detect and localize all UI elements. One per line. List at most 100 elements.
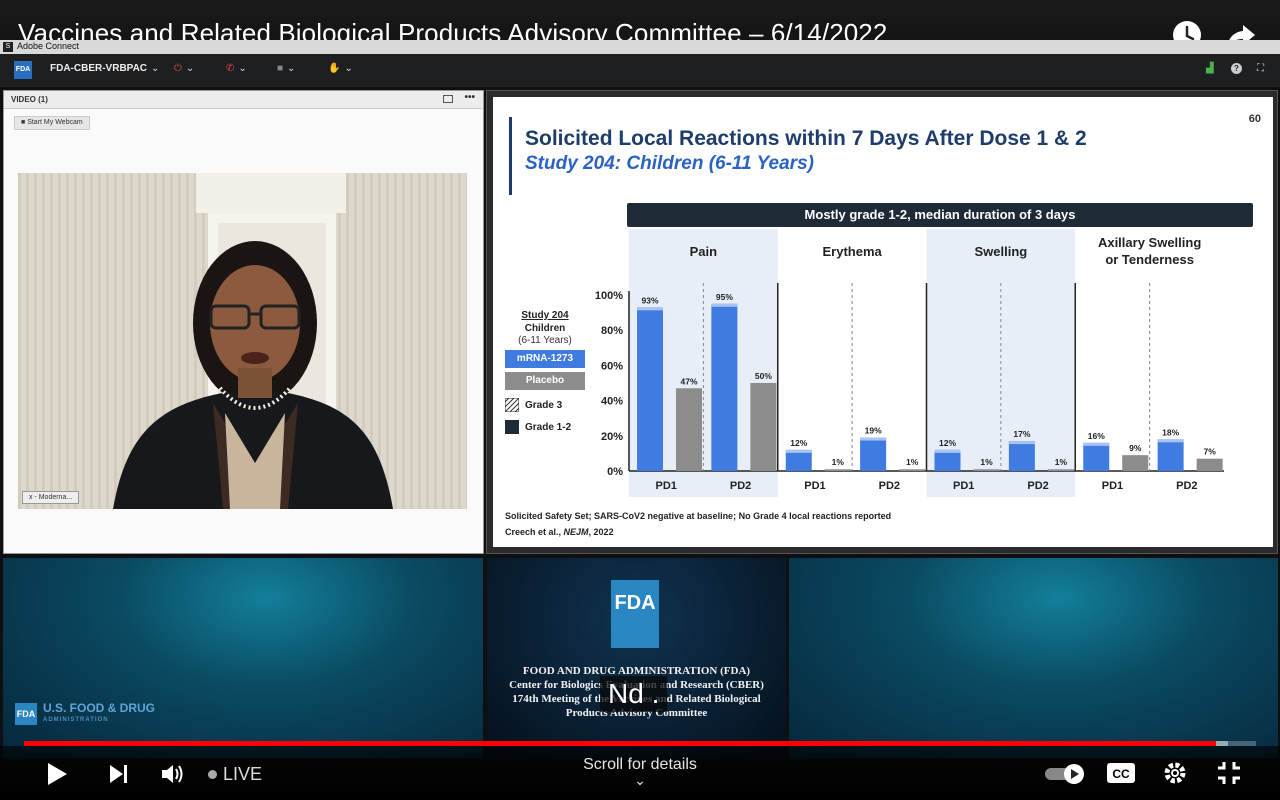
meeting-name: FDA-CBER-VRBPAC: [50, 63, 148, 74]
usfda-logo-badge: FDA: [15, 703, 37, 725]
meeting-menu[interactable]: FDA-CBER-VRBPAC ⌄: [50, 63, 159, 74]
camera-icon: ■: [277, 63, 284, 74]
dose-label: PD2: [879, 480, 900, 492]
live-dot-icon: [208, 770, 217, 779]
bar-label-placebo: 7%: [1203, 447, 1216, 457]
bar-mrna: [1008, 441, 1035, 471]
chevron-down-icon: ⌄: [151, 63, 160, 74]
bar-mrna: [1083, 442, 1110, 471]
next-icon[interactable]: [108, 764, 130, 784]
help-button[interactable]: ?: [1231, 63, 1242, 74]
bar-label-placebo: 1%: [1055, 457, 1068, 467]
fullscreen-button[interactable]: ⛶: [1257, 63, 1264, 74]
y-tick-label: 100%: [595, 290, 623, 302]
dose-label: PD2: [730, 480, 751, 492]
adobe-connect-logo-icon: S: [3, 42, 13, 52]
bar-label-placebo: 1%: [906, 457, 919, 467]
title-accent-bar: [509, 117, 512, 195]
bar-grade3-cap: [1008, 441, 1035, 445]
settings-gear-icon[interactable]: [1162, 760, 1188, 786]
closed-captions-icon[interactable]: CC: [1106, 762, 1136, 784]
svg-text:CC: CC: [1112, 767, 1130, 781]
bar-placebo: [973, 469, 1000, 471]
y-tick-label: 40%: [601, 396, 623, 408]
pod-menu-icon[interactable]: •••: [464, 92, 475, 103]
chevron-down-icon: ⌄: [287, 63, 296, 74]
bar-label-placebo: 1%: [832, 457, 845, 467]
live-label: LIVE: [223, 764, 263, 784]
bar-mrna: [711, 303, 738, 471]
bar-label-mrna: 19%: [865, 426, 882, 436]
chevron-down-icon: ⌄: [344, 63, 353, 74]
bar-label-placebo: 1%: [980, 457, 993, 467]
bar-placebo: [824, 469, 851, 471]
bar-grade3-cap: [711, 303, 738, 307]
microphone-toggle[interactable]: ⏻ ⌄: [174, 63, 194, 74]
bar-mrna: [860, 437, 887, 471]
autoplay-toggle-icon[interactable]: [1044, 764, 1090, 784]
meeting-toolbar: FDA FDA-CBER-VRBPAC ⌄ ⏻ ⌄ ✆ ⌄ ■ ⌄ ✋ ⌄ ▟ ? ⛶: [0, 54, 1280, 88]
fda-info-panel: FDA FOOD AND DRUG ADMINISTRATION (FDA) C…: [487, 558, 786, 758]
usfda-name: U.S. FOOD & DRUG: [43, 701, 156, 715]
bar-grade3-cap: [637, 307, 663, 311]
live-indicator[interactable]: LIVE: [208, 764, 262, 785]
legend-placebo: Placebo: [505, 372, 585, 390]
start-webcam-button[interactable]: ■ Start My Webcam: [14, 116, 90, 130]
legend-grade3: Grade 3: [505, 398, 585, 412]
bar-label-mrna: 16%: [1088, 431, 1105, 441]
bar-placebo: [899, 469, 926, 471]
legend-title: Study 204: [521, 310, 569, 321]
video-pod-title: VIDEO (1): [11, 95, 48, 104]
slide-page-number: 60: [1248, 113, 1261, 125]
bar-label-mrna: 18%: [1162, 427, 1179, 437]
bar-label-mrna: 12%: [939, 438, 956, 448]
pod-maximize-icon[interactable]: [443, 95, 453, 103]
legend-mrna: mRNA-1273: [505, 350, 585, 368]
scroll-for-details[interactable]: Scroll for details ⌄: [540, 756, 740, 788]
footnote-citation: Creech et al., NEJM, 2022: [505, 527, 614, 537]
legend-grade12: Grade 1-2: [505, 420, 585, 434]
panel-title: or Tenderness: [1105, 252, 1194, 267]
panel-title: Erythema: [823, 244, 883, 259]
chevron-down-icon: ⌄: [238, 63, 247, 74]
dose-label: PD1: [804, 480, 825, 492]
start-webcam-label: Start My Webcam: [27, 119, 83, 126]
y-tick-label: 80%: [601, 325, 623, 337]
bar-label-mrna: 95%: [716, 292, 733, 302]
dose-label: PD1: [655, 480, 676, 492]
reactions-chart: 0% 20% 40% 60% 80% 100% Pain 93% 47% PD1 95% 50% PD2…: [595, 229, 1224, 497]
y-tick-label: 60%: [601, 360, 623, 372]
audio-toggle[interactable]: ✆ ⌄: [226, 63, 247, 74]
phone-muted-icon: ✆: [226, 63, 235, 74]
bar-label-placebo: 47%: [680, 376, 697, 386]
camera-toggle[interactable]: ■ ⌄: [277, 63, 295, 74]
bar-grade3-cap: [860, 437, 887, 441]
microphone-muted-icon: ⏻: [174, 63, 182, 74]
bar-grade3-cap: [1083, 442, 1110, 446]
player-controls: LIVE Scroll for details ⌄ CC: [0, 746, 1280, 800]
bar-mrna: [637, 307, 663, 471]
bar-label-placebo: 9%: [1129, 443, 1142, 453]
background-panel-left: FDA U.S. FOOD & DRUG ADMINISTRATION: [3, 558, 483, 758]
legend-line3: (6-11 Years): [518, 335, 572, 346]
exit-fullscreen-icon[interactable]: [1216, 760, 1242, 786]
connection-status[interactable]: ▟: [1206, 63, 1214, 74]
dose-label: PD1: [953, 480, 974, 492]
app-title: Adobe Connect: [17, 41, 80, 51]
video-pod: VIDEO (1) ••• ■ Start My Webcam x - Mode…: [3, 90, 484, 554]
panel-title: Swelling: [975, 244, 1028, 259]
fda-meeting-badge: FDA: [14, 61, 32, 79]
help-icon: ?: [1231, 63, 1242, 74]
dose-label: PD1: [1102, 480, 1123, 492]
participant-name-tag: x - Moderna...: [22, 491, 80, 504]
solid-swatch-icon: [505, 420, 519, 434]
bar-grade3-cap: [1157, 439, 1184, 443]
closed-caption-text: Nd .: [600, 676, 668, 712]
hatch-swatch-icon: [505, 398, 519, 412]
raise-hand-button[interactable]: ✋ ⌄: [328, 63, 353, 74]
chevron-down-icon: ⌄: [634, 772, 646, 788]
volume-icon[interactable]: [160, 762, 186, 786]
y-tick-label: 0%: [607, 466, 623, 478]
legend-line2: Children: [524, 323, 566, 334]
play-icon[interactable]: [46, 762, 68, 786]
